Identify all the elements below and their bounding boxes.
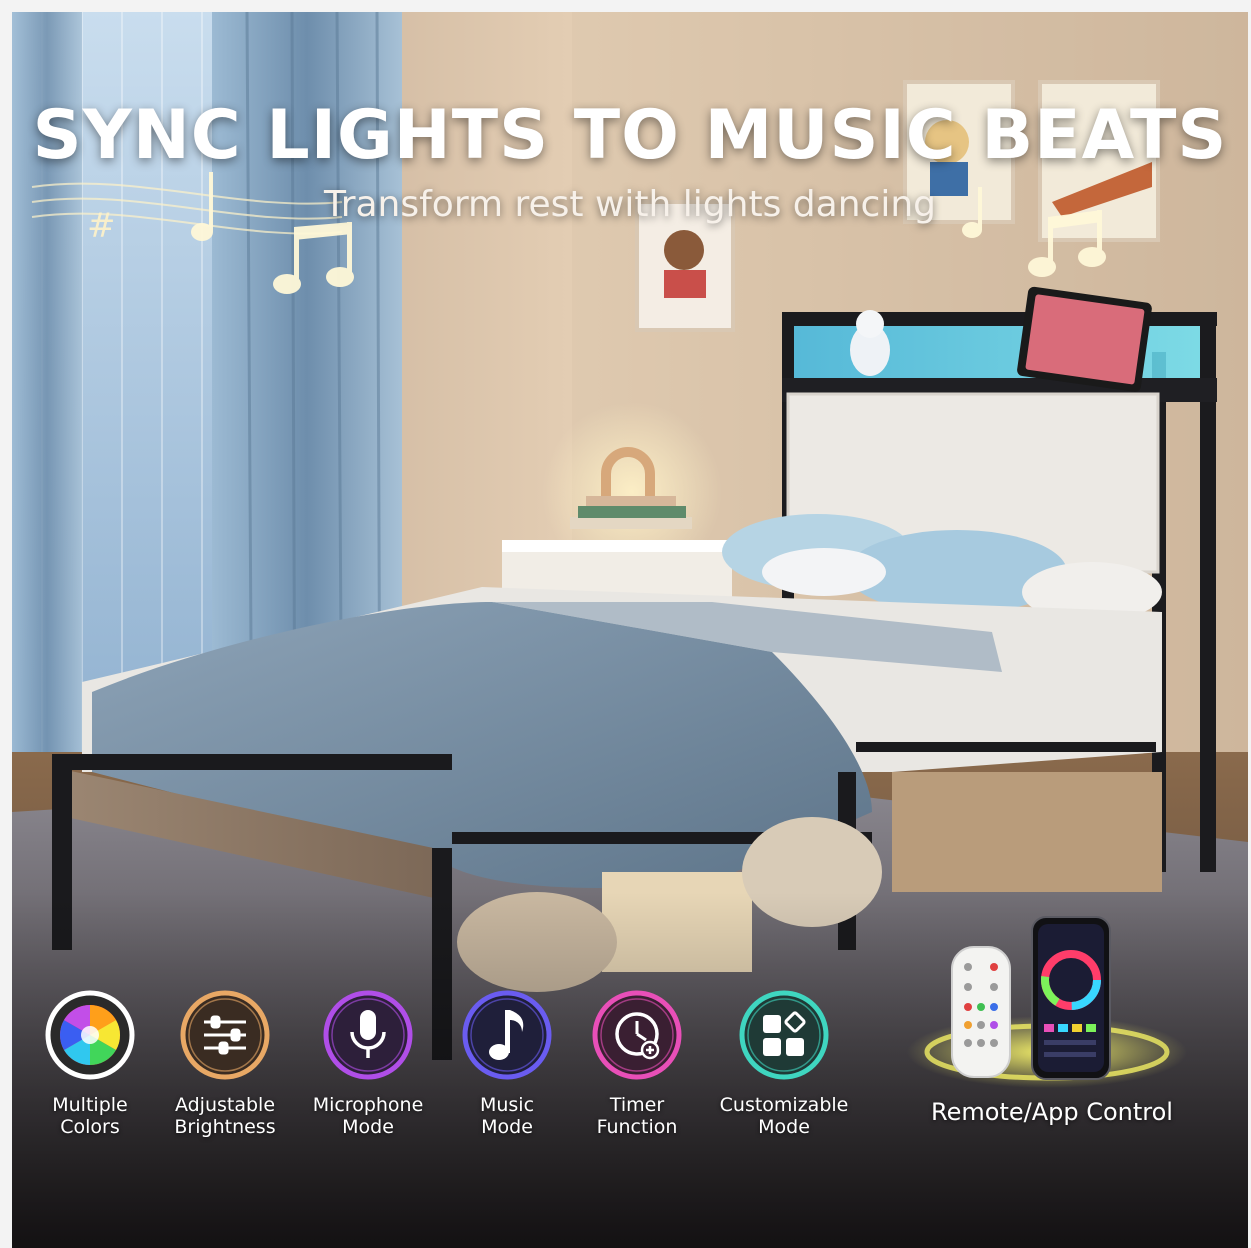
color-wheel-icon [45, 990, 135, 1080]
feature-customizable-mode: Customizable Mode [709, 990, 859, 1150]
feature-label: Microphone Mode [312, 1094, 424, 1138]
feature-timer-function: Timer Function [562, 990, 712, 1150]
feature-label: Music Mode [479, 1094, 535, 1138]
feature-music-mode: Music Mode [432, 990, 582, 1150]
product-image-frame: # SYNC LIGHTS TO MUSIC BEATS Transform r… [12, 12, 1248, 1248]
timer-icon [592, 990, 682, 1080]
subline: Transform rest with lights dancing [324, 184, 936, 225]
feature-label: Customizable Mode [719, 1094, 849, 1138]
music-note-icon [462, 990, 552, 1080]
custom-mode-icon [739, 990, 829, 1080]
feature-microphone-mode: Microphone Mode [293, 990, 443, 1150]
remote-app-control-label: Remote/App Control [931, 1098, 1173, 1126]
feature-multiple-colors: Multiple Colors [15, 990, 165, 1150]
feature-adjustable-brightness: Adjustable Brightness [150, 990, 300, 1150]
feature-label: Timer Function [596, 1094, 678, 1138]
feature-label: Adjustable Brightness [174, 1094, 276, 1138]
sliders-icon [180, 990, 270, 1080]
microphone-icon [323, 990, 413, 1080]
headline: SYNC LIGHTS TO MUSIC BEATS [32, 96, 1228, 175]
feature-label: Multiple Colors [52, 1094, 128, 1138]
